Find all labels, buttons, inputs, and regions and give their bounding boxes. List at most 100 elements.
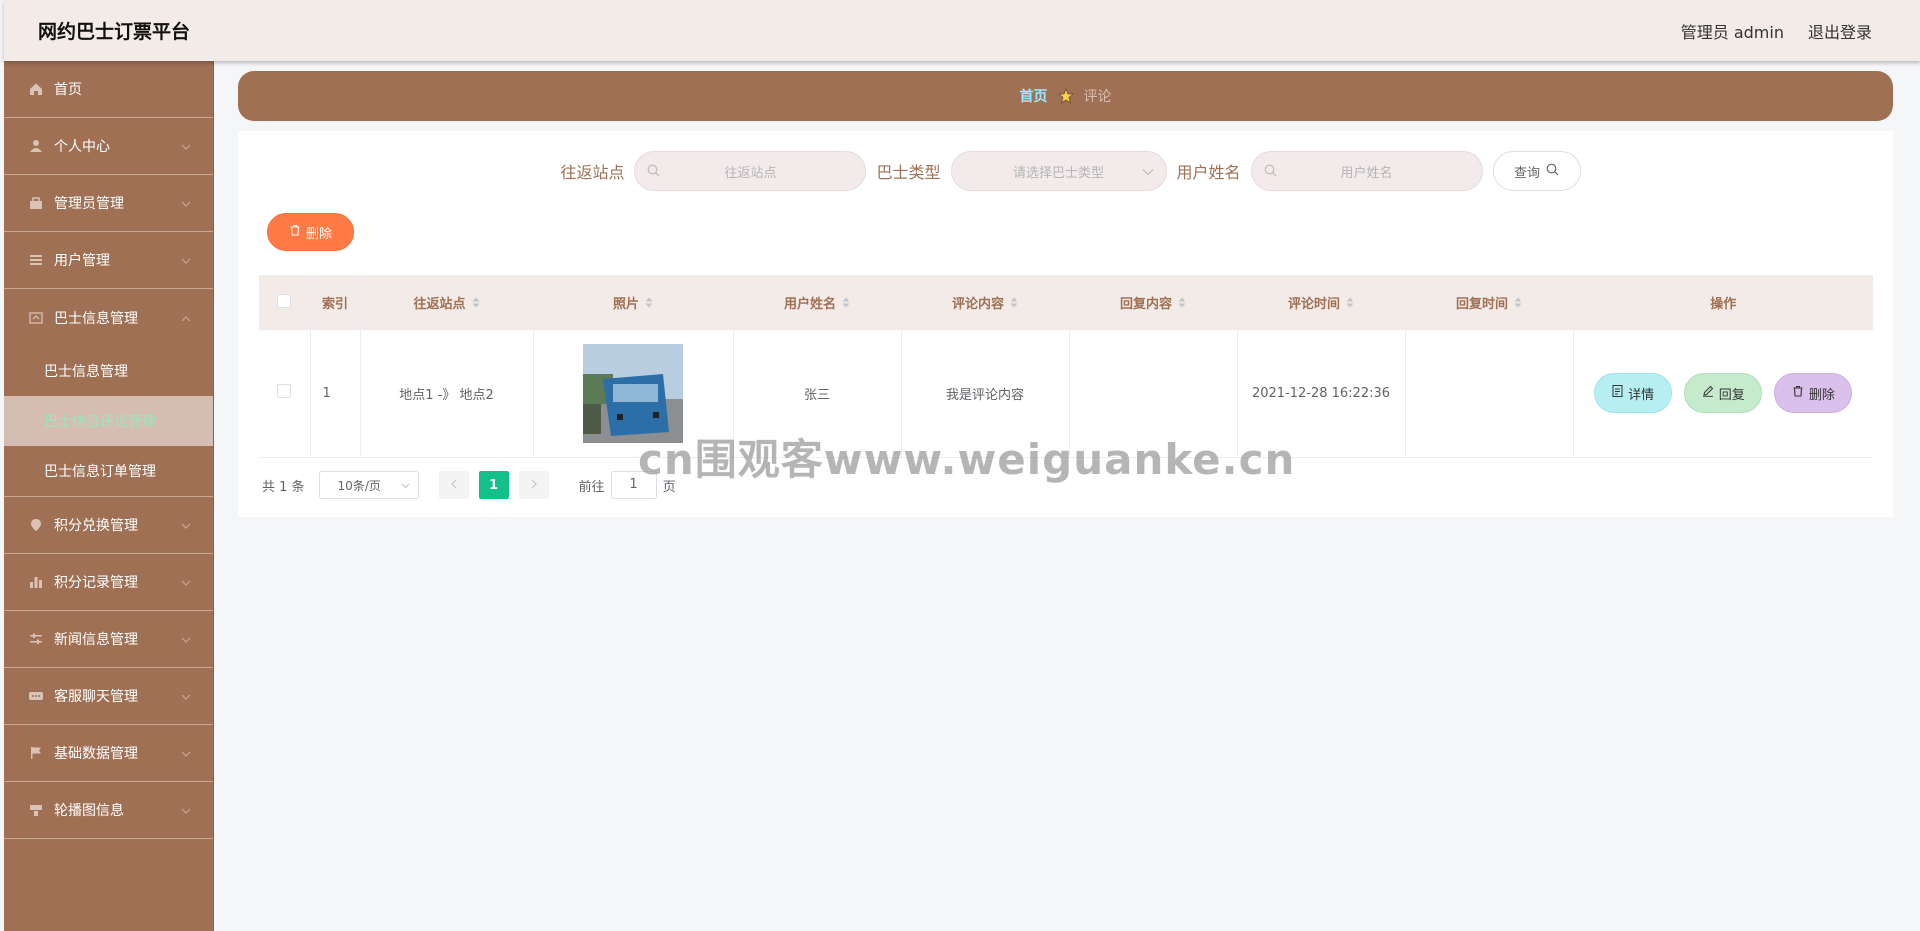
sidebar-item-label: 个人中心 bbox=[54, 139, 110, 155]
page-size-value: 10条/页 bbox=[337, 478, 381, 493]
sort-icon[interactable] bbox=[1514, 297, 1522, 312]
detail-label: 详情 bbox=[1628, 387, 1655, 403]
select-all-checkbox[interactable] bbox=[277, 293, 292, 308]
column-label: 索引 bbox=[321, 297, 348, 312]
query-label: 查询 bbox=[1514, 165, 1541, 181]
list-icon bbox=[28, 252, 44, 268]
edit-icon bbox=[1702, 385, 1714, 401]
chevron-down-icon bbox=[181, 252, 191, 268]
column-header-reply[interactable]: 回复内容 bbox=[1069, 275, 1238, 330]
sidebar-item-base-data[interactable]: 基础数据管理 bbox=[4, 725, 213, 782]
chevron-down-icon bbox=[181, 745, 191, 761]
search-icon bbox=[1546, 163, 1559, 180]
chart-icon bbox=[28, 574, 44, 590]
sort-icon[interactable] bbox=[645, 297, 653, 312]
table-header-row: 索引 往返站点 照片 用户姓名 评论内容 回复内容 评论时间 回复时间 操作 bbox=[259, 275, 1873, 330]
sidebar-item-admin-management[interactable]: 管理员管理 bbox=[4, 175, 213, 232]
home-icon bbox=[28, 81, 44, 97]
detail-button[interactable]: 详情 bbox=[1594, 373, 1673, 414]
sidebar-item-label: 管理员管理 bbox=[54, 196, 124, 212]
sidebar-item-carousel[interactable]: 轮播图信息 bbox=[4, 782, 213, 839]
row-select-cell bbox=[259, 330, 311, 458]
breadcrumb-home[interactable]: 首页 bbox=[1020, 86, 1048, 106]
cell-reply-time bbox=[1405, 330, 1574, 458]
sidebar-item-customer-chat[interactable]: 客服聊天管理 bbox=[4, 668, 213, 725]
column-label: 评论时间 bbox=[1287, 297, 1340, 312]
sort-icon[interactable] bbox=[842, 297, 850, 312]
sort-icon[interactable] bbox=[1346, 297, 1354, 312]
delete-label: 删除 bbox=[305, 226, 332, 242]
batch-delete-button[interactable]: 删除 bbox=[267, 213, 354, 251]
bustype-select[interactable]: 请选择巴士类型 bbox=[950, 151, 1167, 191]
admin-icon bbox=[28, 195, 44, 211]
row-delete-button[interactable]: 删除 bbox=[1774, 373, 1853, 414]
column-header-index: 索引 bbox=[310, 275, 361, 330]
trash-icon bbox=[289, 224, 301, 240]
column-header-comment-time[interactable]: 评论时间 bbox=[1237, 275, 1406, 330]
column-label: 回复内容 bbox=[1119, 297, 1172, 312]
watermark-text: cn围观客www.weiguanke.cn bbox=[638, 435, 1296, 484]
current-user-label: 管理员 admin bbox=[1680, 22, 1784, 42]
pagination: 共 1 条 10条/页 1 前往 1 页 bbox=[262, 471, 676, 499]
sidebar-item-label: 新闻信息管理 bbox=[54, 632, 138, 648]
cell-actions: 详情 回复 删除 bbox=[1573, 330, 1873, 458]
sidebar-item-label: 基础数据管理 bbox=[54, 746, 138, 762]
reply-label: 回复 bbox=[1718, 387, 1745, 403]
sliders-icon bbox=[28, 631, 44, 647]
username-search-input[interactable]: 用户姓名 bbox=[1250, 151, 1483, 191]
column-header-reply-time[interactable]: 回复时间 bbox=[1405, 275, 1574, 330]
pagination-total: 共 1 条 bbox=[262, 479, 305, 495]
query-button[interactable]: 查询 bbox=[1492, 151, 1581, 191]
chevron-down-icon bbox=[181, 631, 191, 647]
column-header-comment[interactable]: 评论内容 bbox=[901, 275, 1070, 330]
cell-index: 1 bbox=[310, 330, 361, 458]
breadcrumb-current: 评论 bbox=[1083, 89, 1112, 105]
submenu-item-bus-orders[interactable]: 巴士信息订单管理 bbox=[4, 446, 213, 496]
user-icon bbox=[28, 138, 44, 154]
bus-info-icon bbox=[28, 310, 44, 326]
sidebar-item-bus-info-management[interactable]: 巴士信息管理 bbox=[4, 289, 213, 346]
sidebar-item-home[interactable]: 首页 bbox=[4, 61, 213, 118]
sort-icon[interactable] bbox=[1010, 297, 1018, 312]
goto-prefix: 前往 bbox=[578, 479, 605, 495]
username-label: 用户姓名 bbox=[1176, 163, 1241, 182]
chevron-down-icon bbox=[181, 138, 191, 154]
prev-page-button[interactable] bbox=[438, 471, 469, 499]
sidebar-item-points-exchange[interactable]: 积分兑换管理 bbox=[4, 497, 213, 554]
top-header: 网约巴士订票平台 管理员 admin 退出登录 bbox=[4, 0, 1920, 61]
submenu-item-bus-comments[interactable]: 巴士信息评论管理 bbox=[4, 396, 213, 446]
station-placeholder: 往返站点 bbox=[724, 165, 777, 181]
flag-icon bbox=[28, 745, 44, 761]
page-size-select[interactable]: 10条/页 bbox=[318, 471, 419, 499]
location-icon bbox=[28, 517, 44, 533]
sidebar-item-label: 巴士信息管理 bbox=[54, 310, 138, 327]
column-header-station[interactable]: 往返站点 bbox=[360, 275, 534, 330]
chat-icon bbox=[28, 688, 44, 704]
sort-icon[interactable] bbox=[472, 297, 480, 312]
breadcrumb: 首页 评论 bbox=[238, 71, 1893, 121]
column-label: 回复时间 bbox=[1455, 297, 1508, 312]
sidebar-item-personal-center[interactable]: 个人中心 bbox=[4, 118, 213, 175]
sidebar-item-points-records[interactable]: 积分记录管理 bbox=[4, 554, 213, 611]
chevron-down-icon bbox=[401, 478, 410, 492]
column-label: 操作 bbox=[1710, 297, 1737, 312]
chevron-down-icon bbox=[181, 517, 191, 533]
sidebar-item-user-management[interactable]: 用户管理 bbox=[4, 232, 213, 289]
sidebar-item-label: 客服聊天管理 bbox=[54, 689, 138, 705]
column-header-username[interactable]: 用户姓名 bbox=[733, 275, 902, 330]
column-label: 用户姓名 bbox=[783, 297, 836, 312]
row-checkbox[interactable] bbox=[277, 384, 292, 399]
sort-icon[interactable] bbox=[1178, 297, 1186, 312]
submenu-item-bus-info[interactable]: 巴士信息管理 bbox=[4, 346, 213, 396]
page-number-current[interactable]: 1 bbox=[478, 471, 509, 499]
bustype-label: 巴士类型 bbox=[876, 163, 941, 182]
reply-button[interactable]: 回复 bbox=[1684, 373, 1763, 414]
cell-station: 地点1 -》 地点2 bbox=[360, 330, 534, 458]
sidebar-item-news-management[interactable]: 新闻信息管理 bbox=[4, 611, 213, 668]
trash-icon bbox=[1792, 385, 1804, 401]
column-header-photo[interactable]: 照片 bbox=[533, 275, 734, 330]
next-page-button[interactable] bbox=[518, 471, 549, 499]
chevron-down-icon bbox=[181, 802, 191, 818]
logout-button[interactable]: 退出登录 bbox=[1808, 19, 1872, 43]
station-search-input[interactable]: 往返站点 bbox=[634, 151, 867, 191]
